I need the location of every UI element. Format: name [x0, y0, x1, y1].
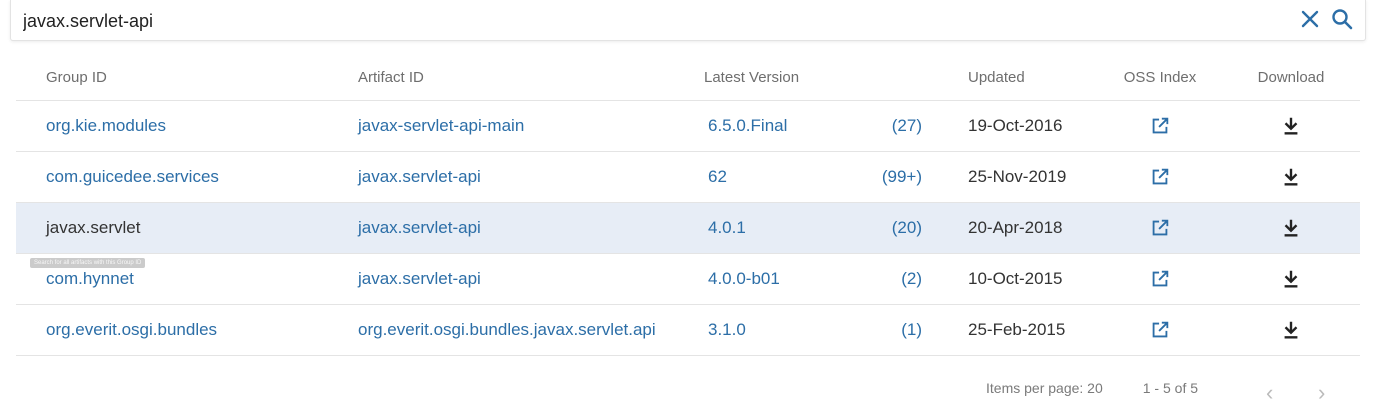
close-icon[interactable]: [1297, 6, 1323, 32]
header-updated[interactable]: Updated: [958, 55, 1098, 101]
next-page-icon[interactable]: ›: [1318, 380, 1325, 406]
open-external-icon[interactable]: [1149, 217, 1171, 236]
results-table: Group ID Artifact ID Latest Version Upda…: [16, 55, 1360, 356]
version-link[interactable]: 4.0.1: [704, 202, 854, 254]
version-link[interactable]: 3.1.0: [704, 304, 854, 356]
artifact-id-link[interactable]: javax.servlet-api: [358, 151, 704, 203]
version-count-link[interactable]: (27): [854, 100, 958, 152]
header-download: Download: [1222, 55, 1360, 101]
group-id-link[interactable]: javax.servlet: [16, 202, 358, 254]
artifact-id-link[interactable]: javax.servlet-api: [358, 202, 704, 254]
table-row: javax.servlet javax.servlet-api 4.0.1 (2…: [16, 202, 1360, 254]
updated-date: 20-Apr-2018: [958, 202, 1098, 254]
open-external-icon[interactable]: [1149, 268, 1171, 287]
version-count-link[interactable]: (1): [854, 304, 958, 356]
table-row: org.everit.osgi.bundles org.everit.osgi.…: [16, 304, 1360, 356]
search-actions: [1297, 6, 1355, 32]
download-icon[interactable]: [1280, 217, 1302, 237]
download-icon[interactable]: [1280, 115, 1302, 135]
artifact-id-link[interactable]: org.everit.osgi.bundles.javax.servlet.ap…: [358, 304, 704, 356]
updated-date: 25-Nov-2019: [958, 151, 1098, 203]
group-id-link[interactable]: org.kie.modules: [16, 100, 358, 152]
artifact-id-link[interactable]: javax-servlet-api-main: [358, 100, 704, 152]
items-per-page-label[interactable]: Items per page: 20: [986, 380, 1103, 396]
previous-page-icon[interactable]: ‹: [1266, 380, 1273, 406]
group-id-link[interactable]: org.everit.osgi.bundles: [16, 304, 358, 356]
header-oss-index: OSS Index: [1098, 55, 1222, 101]
group-id-tooltip: Search for all artifacts with this Group…: [30, 258, 146, 268]
header-artifact-id[interactable]: Artifact ID: [358, 55, 704, 101]
download-icon[interactable]: [1280, 166, 1302, 186]
page-range-label: 1 - 5 of 5: [1142, 380, 1199, 396]
updated-date: 25-Feb-2015: [958, 304, 1098, 356]
table-header-row: Group ID Artifact ID Latest Version Upda…: [16, 55, 1360, 101]
download-icon[interactable]: [1280, 268, 1302, 288]
download-icon[interactable]: [1280, 319, 1302, 339]
version-link[interactable]: 4.0.0-b01: [704, 253, 854, 305]
search-bar: [10, 0, 1366, 41]
group-id-link[interactable]: com.guicedee.services: [16, 151, 358, 203]
table-row: org.kie.modules javax-servlet-api-main 6…: [16, 100, 1360, 152]
version-link[interactable]: 62: [704, 151, 854, 203]
search-icon[interactable]: [1329, 6, 1355, 32]
open-external-icon[interactable]: [1149, 166, 1171, 185]
header-latest-version[interactable]: Latest Version: [704, 55, 958, 101]
version-count-link[interactable]: (99+): [854, 151, 958, 203]
table-row: com.guicedee.services javax.servlet-api …: [16, 151, 1360, 203]
updated-date: 19-Oct-2016: [958, 100, 1098, 152]
artifact-id-link[interactable]: javax.servlet-api: [358, 253, 704, 305]
version-link[interactable]: 6.5.0.Final: [704, 100, 854, 152]
table-row: com.hynnet javax.servlet-api 4.0.0-b01 (…: [16, 253, 1360, 305]
open-external-icon[interactable]: [1149, 319, 1171, 338]
updated-date: 10-Oct-2015: [958, 253, 1098, 305]
search-input[interactable]: [21, 6, 1285, 36]
paginator: Items per page: 20 1 - 5 of 5: [986, 380, 1198, 396]
open-external-icon[interactable]: [1149, 115, 1171, 134]
version-count-link[interactable]: (2): [854, 253, 958, 305]
version-count-link[interactable]: (20): [854, 202, 958, 254]
header-group-id[interactable]: Group ID: [16, 55, 358, 101]
